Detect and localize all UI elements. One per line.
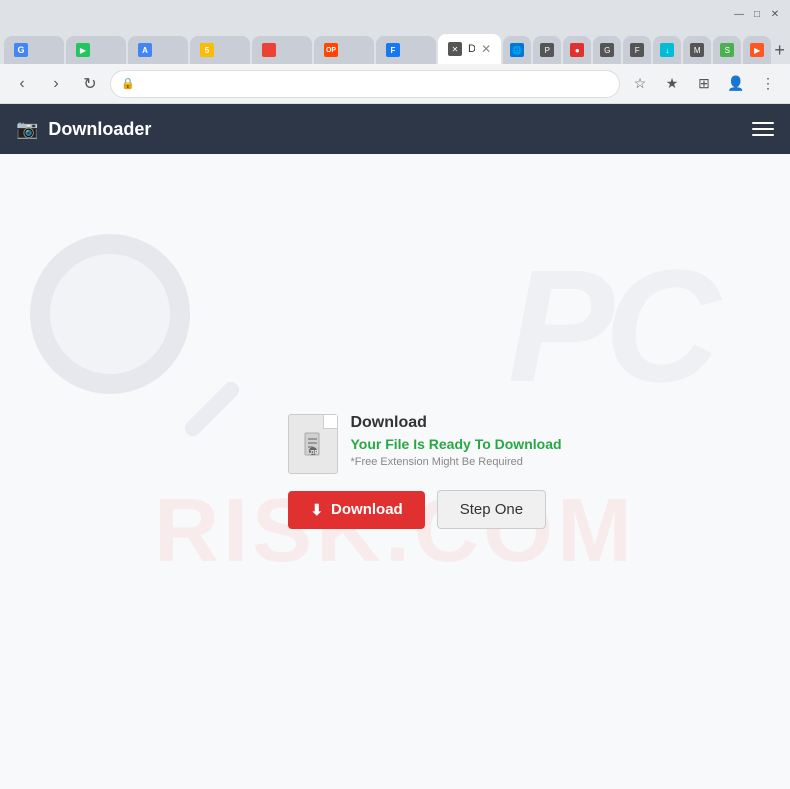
tab-3[interactable]: A bbox=[128, 36, 188, 64]
app-title: Downloader bbox=[48, 119, 151, 140]
download-arrow-icon: ⬇ bbox=[310, 501, 323, 519]
tab-favicon: G bbox=[14, 43, 28, 57]
tab-4[interactable]: 5 bbox=[190, 36, 250, 64]
step-one-label: Step One bbox=[460, 501, 523, 518]
tab-favicon: OP bbox=[324, 43, 338, 57]
pc-watermark: PC bbox=[508, 234, 710, 418]
tab-15[interactable]: S bbox=[713, 36, 741, 64]
tab-9[interactable]: P bbox=[533, 36, 561, 64]
tab-7[interactable]: F bbox=[376, 36, 436, 64]
download-button-label: Download bbox=[331, 501, 403, 518]
tab-6[interactable]: OP bbox=[314, 36, 374, 64]
more-options-icon[interactable]: ⋮ bbox=[754, 70, 782, 98]
tab-10[interactable]: ● bbox=[563, 36, 591, 64]
download-info: ZIP Download Your File Is Ready To Downl… bbox=[288, 414, 561, 474]
tab-11[interactable]: G bbox=[593, 36, 621, 64]
back-button[interactable]: ‹ bbox=[8, 70, 36, 98]
tab-14[interactable]: M bbox=[683, 36, 711, 64]
tab-favicon: P bbox=[540, 43, 554, 57]
tab-16[interactable]: ▶ bbox=[743, 36, 771, 64]
reload-button[interactable]: ↻ bbox=[76, 70, 104, 98]
tab-favicon: 🌐 bbox=[510, 43, 524, 57]
tab-favicon: ● bbox=[570, 43, 584, 57]
hamburger-line-3 bbox=[752, 134, 774, 136]
tab-active[interactable]: ✕ Downloader ✕ bbox=[438, 34, 501, 64]
maximize-button[interactable]: □ bbox=[750, 7, 764, 21]
step-one-button[interactable]: Step One bbox=[437, 490, 546, 529]
app-header-left: 📷 Downloader bbox=[16, 119, 151, 140]
download-note: *Free Extension Might Be Required bbox=[350, 456, 561, 468]
download-ready-text: Your File Is Ready To Download bbox=[350, 436, 561, 452]
tab-13[interactable]: ↓ bbox=[653, 36, 681, 64]
tab-5[interactable] bbox=[252, 36, 312, 64]
file-icon-corner bbox=[323, 415, 337, 429]
app-header: 📷 Downloader bbox=[0, 104, 790, 154]
nav-actions: ☆ ★ ⊞ 👤 ⋮ bbox=[626, 70, 782, 98]
title-bar: — □ ✕ bbox=[0, 0, 790, 28]
hamburger-menu[interactable] bbox=[752, 122, 774, 136]
magnifier-watermark bbox=[30, 234, 250, 454]
file-icon-body: ZIP bbox=[303, 431, 323, 465]
address-bar[interactable]: 🔒 bbox=[110, 70, 620, 98]
new-tab-button[interactable]: + bbox=[773, 36, 786, 64]
lock-icon: 🔒 bbox=[121, 77, 135, 90]
tab-12[interactable]: F bbox=[623, 36, 651, 64]
star-icon[interactable]: ★ bbox=[658, 70, 686, 98]
nav-bar: ‹ › ↻ 🔒 ☆ ★ ⊞ 👤 ⋮ bbox=[0, 64, 790, 104]
tab-favicon: S bbox=[720, 43, 734, 57]
camera-icon: 📷 bbox=[16, 119, 38, 140]
tab-8[interactable]: 🌐 bbox=[503, 36, 531, 64]
tab-favicon: ✕ bbox=[448, 42, 462, 56]
download-button[interactable]: ⬇ Download bbox=[288, 491, 424, 529]
svg-text:ZIP: ZIP bbox=[310, 450, 318, 456]
tab-favicon: G bbox=[600, 43, 614, 57]
tab-google[interactable]: G bbox=[4, 36, 64, 64]
hamburger-line-1 bbox=[752, 122, 774, 124]
close-button[interactable]: ✕ bbox=[768, 7, 782, 21]
tab-favicon: 5 bbox=[200, 43, 214, 57]
download-title: Download bbox=[350, 414, 561, 432]
tab-favicon bbox=[262, 43, 276, 57]
tab-label: Downloader bbox=[468, 43, 475, 55]
forward-button[interactable]: › bbox=[42, 70, 70, 98]
tab-favicon: ↓ bbox=[660, 43, 674, 57]
download-text: Download Your File Is Ready To Download … bbox=[350, 414, 561, 468]
hamburger-line-2 bbox=[752, 128, 774, 130]
tab-favicon: A bbox=[138, 43, 152, 57]
file-icon: ZIP bbox=[288, 414, 338, 474]
button-row: ⬇ Download Step One bbox=[288, 490, 546, 529]
tab-close-icon[interactable]: ✕ bbox=[481, 42, 491, 56]
magnifier-circle bbox=[30, 234, 190, 394]
minimize-button[interactable]: — bbox=[732, 7, 746, 21]
tab-grid-icon[interactable]: ⊞ bbox=[690, 70, 718, 98]
tab-bar: G ▶ A 5 OP F ✕ Downloader ✕ 🌐 P ● G F ↓ … bbox=[0, 28, 790, 64]
download-card: ZIP Download Your File Is Ready To Downl… bbox=[288, 414, 561, 529]
tab-2[interactable]: ▶ bbox=[66, 36, 126, 64]
tab-favicon: F bbox=[386, 43, 400, 57]
tab-favicon: M bbox=[690, 43, 704, 57]
window-controls: — □ ✕ bbox=[732, 7, 782, 21]
magnifier-handle bbox=[182, 379, 243, 440]
main-content: PC RISK.COM ZIP bbox=[0, 154, 790, 789]
profile-icon[interactable]: 👤 bbox=[722, 70, 750, 98]
tab-favicon: F bbox=[630, 43, 644, 57]
tab-favicon: ▶ bbox=[750, 43, 764, 57]
tab-favicon: ▶ bbox=[76, 43, 90, 57]
bookmark-icon[interactable]: ☆ bbox=[626, 70, 654, 98]
